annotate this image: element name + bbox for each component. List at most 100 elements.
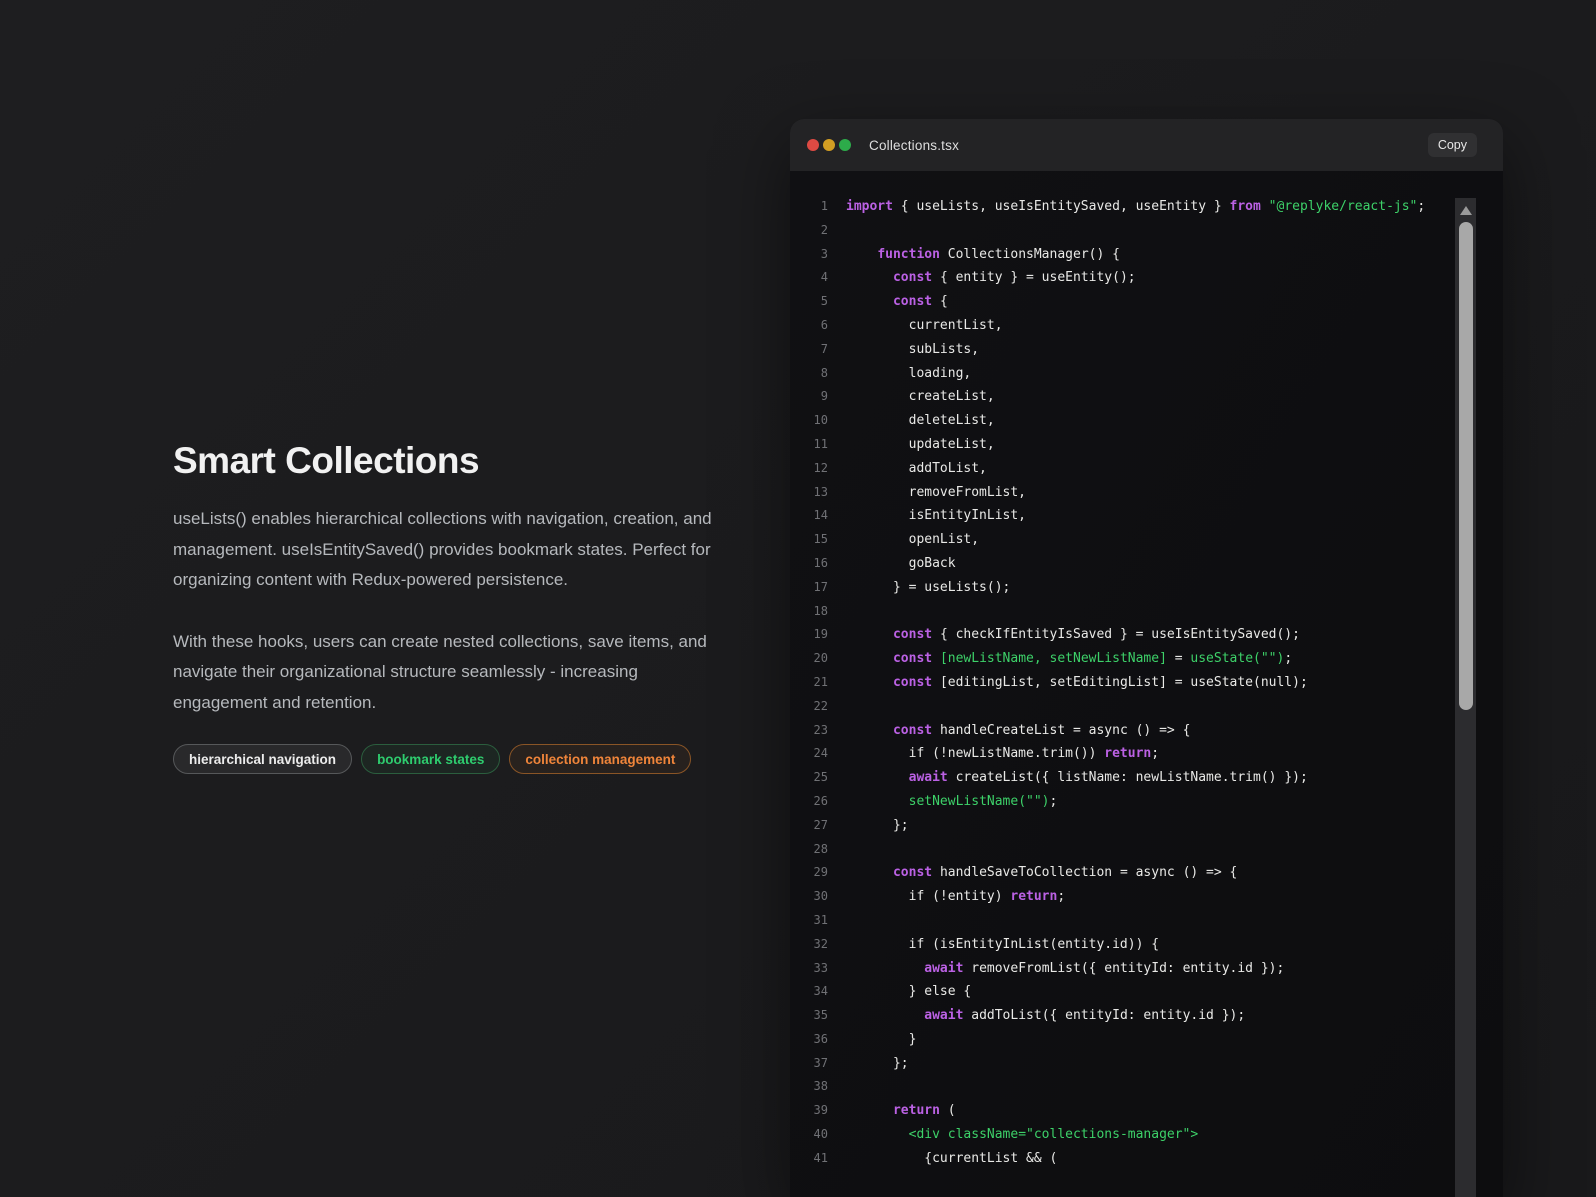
line-number: 15 [802, 528, 828, 552]
code-line: 2 [802, 219, 1503, 243]
code-line: 23 const handleCreateList = async () => … [802, 719, 1503, 743]
line-number: 27 [802, 814, 828, 838]
code-line: 22 [802, 695, 1503, 719]
line-number: 19 [802, 623, 828, 647]
code-line: 41 {currentList && ( [802, 1147, 1503, 1171]
line-number: 9 [802, 385, 828, 409]
code-line: 7 subLists, [802, 338, 1503, 362]
line-number: 34 [802, 980, 828, 1004]
code-line: 24 if (!newListName.trim()) return; [802, 742, 1503, 766]
code-line: 13 removeFromList, [802, 481, 1503, 505]
line-number: 36 [802, 1028, 828, 1052]
code-line: 10 deleteList, [802, 409, 1503, 433]
line-number: 33 [802, 957, 828, 981]
hero-paragraph: useLists() enables hierarchical collecti… [173, 504, 718, 596]
code-line: 36 } [802, 1028, 1503, 1052]
code-window: Collections.tsx Copy 1import { useLists,… [790, 119, 1503, 1197]
code-line: 4 const { entity } = useEntity(); [802, 266, 1503, 290]
code-line: 16 goBack [802, 552, 1503, 576]
line-number: 25 [802, 766, 828, 790]
code-window-header: Collections.tsx Copy [790, 119, 1503, 171]
line-number: 31 [802, 909, 828, 933]
line-number: 12 [802, 457, 828, 481]
code-line: 35 await addToList({ entityId: entity.id… [802, 1004, 1503, 1028]
code-line: 12 addToList, [802, 457, 1503, 481]
code-line: 21 const [editingList, setEditingList] =… [802, 671, 1503, 695]
code-line: 40 <div className="collections-manager"> [802, 1123, 1503, 1147]
code-line: 5 const { [802, 290, 1503, 314]
hero-description: useLists() enables hierarchical collecti… [173, 504, 718, 718]
code-line: 37 }; [802, 1052, 1503, 1076]
code-line: 19 const { checkIfEntityIsSaved } = useI… [802, 623, 1503, 647]
traffic-lights [807, 139, 851, 151]
traffic-light-minimize[interactable] [823, 139, 835, 151]
code-editor: 1import { useLists, useIsEntitySaved, us… [790, 171, 1503, 1197]
line-number: 23 [802, 719, 828, 743]
scroll-up-arrow-icon[interactable] [1460, 206, 1472, 215]
line-number: 38 [802, 1075, 828, 1099]
traffic-light-close[interactable] [807, 139, 819, 151]
line-number: 13 [802, 481, 828, 505]
feature-tag: hierarchical navigation [173, 744, 352, 774]
line-number: 11 [802, 433, 828, 457]
code-line: 31 [802, 909, 1503, 933]
line-number: 39 [802, 1099, 828, 1123]
feature-tag: collection management [509, 744, 691, 774]
code-line: 25 await createList({ listName: newListN… [802, 766, 1503, 790]
line-number: 20 [802, 647, 828, 671]
code-line: 17 } = useLists(); [802, 576, 1503, 600]
code-line: 9 createList, [802, 385, 1503, 409]
code-line: 34 } else { [802, 980, 1503, 1004]
code-content: 1import { useLists, useIsEntitySaved, us… [790, 171, 1503, 1171]
line-number: 40 [802, 1123, 828, 1147]
line-number: 6 [802, 314, 828, 338]
hero-paragraph: With these hooks, users can create neste… [173, 627, 718, 719]
copy-button[interactable]: Copy [1428, 133, 1477, 157]
code-line: 33 await removeFromList({ entityId: enti… [802, 957, 1503, 981]
traffic-light-maximize[interactable] [839, 139, 851, 151]
code-line: 30 if (!entity) return; [802, 885, 1503, 909]
code-line: 8 loading, [802, 362, 1503, 386]
code-line: 39 return ( [802, 1099, 1503, 1123]
code-line: 18 [802, 600, 1503, 624]
line-number: 7 [802, 338, 828, 362]
line-number: 17 [802, 576, 828, 600]
code-line: 20 const [newListName, setNewListName] =… [802, 647, 1503, 671]
code-line: 29 const handleSaveToCollection = async … [802, 861, 1503, 885]
window-title: Collections.tsx [869, 138, 959, 153]
scrollbar-thumb[interactable] [1459, 222, 1473, 710]
code-line: 14 isEntityInList, [802, 504, 1503, 528]
line-number: 18 [802, 600, 828, 624]
line-number: 28 [802, 838, 828, 862]
feature-tag: bookmark states [361, 744, 500, 774]
line-number: 8 [802, 362, 828, 386]
code-line: 3 function CollectionsManager() { [802, 243, 1503, 267]
code-line: 6 currentList, [802, 314, 1503, 338]
page: Smart Collections useLists() enables hie… [0, 0, 1596, 1197]
line-number: 5 [802, 290, 828, 314]
line-number: 2 [802, 219, 828, 243]
line-number: 37 [802, 1052, 828, 1076]
line-number: 32 [802, 933, 828, 957]
line-number: 24 [802, 742, 828, 766]
line-number: 41 [802, 1147, 828, 1171]
scrollbar-track[interactable] [1455, 198, 1476, 1197]
code-line: 28 [802, 838, 1503, 862]
hero-section: Smart Collections useLists() enables hie… [173, 440, 718, 774]
line-number: 29 [802, 861, 828, 885]
line-number: 16 [802, 552, 828, 576]
line-number: 35 [802, 1004, 828, 1028]
line-number: 22 [802, 695, 828, 719]
code-line: 15 openList, [802, 528, 1503, 552]
line-number: 30 [802, 885, 828, 909]
code-line: 27 }; [802, 814, 1503, 838]
line-number: 4 [802, 266, 828, 290]
code-line: 1import { useLists, useIsEntitySaved, us… [802, 195, 1503, 219]
code-line: 26 setNewListName(""); [802, 790, 1503, 814]
line-number: 26 [802, 790, 828, 814]
line-number: 10 [802, 409, 828, 433]
line-number: 3 [802, 243, 828, 267]
feature-tags: hierarchical navigation bookmark states co… [173, 744, 718, 774]
code-line: 38 [802, 1075, 1503, 1099]
line-number: 14 [802, 504, 828, 528]
